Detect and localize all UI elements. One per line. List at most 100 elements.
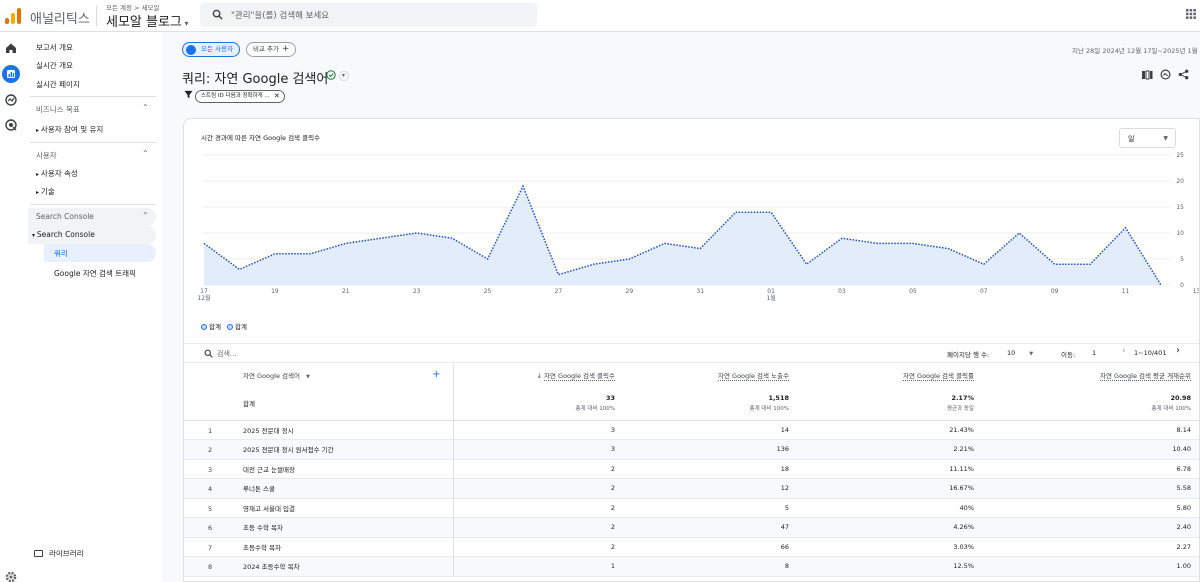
nav-divider	[30, 142, 156, 143]
row-query[interactable]: 초등수학 목차	[243, 544, 281, 552]
nav-item-organic-traffic[interactable]: Google 자연 검색 트래픽	[54, 268, 136, 279]
goto-page-input[interactable]: 1	[1092, 349, 1096, 357]
total-position-value: 20.98	[1170, 394, 1191, 403]
close-icon[interactable]: ✕	[274, 91, 280, 102]
x-tick-label: 21	[342, 288, 350, 295]
row-ctr: 2.21%	[797, 439, 982, 460]
col-header-ctr[interactable]: 자연 Google 검색 클릭률	[797, 363, 982, 387]
row-query[interactable]: 초등 수학 목차	[243, 524, 283, 532]
check-circle-icon[interactable]	[326, 70, 336, 80]
row-impressions: 5	[623, 498, 797, 518]
legend-label[interactable]: 합계	[209, 323, 221, 331]
nav-item-user-attributes-label: 사용자 속성	[40, 169, 78, 178]
x-tick-label: 07	[980, 288, 988, 295]
chevron-up-icon[interactable]: ⌃	[142, 211, 149, 220]
nav-item-queries[interactable]: 쿼리	[54, 248, 68, 259]
row-query[interactable]: 루너톤 스쿨	[243, 485, 275, 493]
row-query[interactable]: 2025 전문대 정시	[243, 427, 294, 435]
app-name[interactable]: 애널리틱스	[30, 8, 90, 27]
row-ctr: 16.67%	[797, 478, 982, 499]
add-comparison-button[interactable]: 비교 추가 +	[246, 42, 297, 57]
row-dimension-cell: 1 2025 전문대 정시	[184, 420, 453, 440]
pagination-range: 1~10/401	[1134, 349, 1167, 357]
nav-item-search-console[interactable]: ▾ Search Console	[32, 230, 95, 239]
table-row[interactable]: 1 2025 전문대 정시 3 14 21.43% 8.14	[184, 420, 1199, 440]
page-title: 쿼리: 자연 Google 검색어	[182, 72, 329, 87]
x-tick-sublabel: 1월	[766, 294, 775, 302]
row-position: 2.40	[982, 517, 1199, 538]
nav-item-realtime-overview[interactable]: 실시간 개요	[36, 60, 73, 71]
nav-item-report-overview[interactable]: 보고서 개요	[36, 42, 73, 53]
next-page-icon[interactable]: ›	[1176, 345, 1180, 356]
row-impressions: 66	[623, 537, 797, 557]
table-row[interactable]: 3 대전 근교 눈썰매장 2 18 11.11% 6.78	[184, 459, 1199, 479]
table-row[interactable]: 8 2024 초등수학 목차 1 8 12.5% 1.00	[184, 556, 1199, 577]
nav-item-user-attributes[interactable]: ▸ 사용자 속성	[36, 168, 78, 179]
col-header-clicks[interactable]: ↓ 자연 Google 검색 클릭수	[452, 363, 623, 387]
global-search-input[interactable]: "관리"을(를) 검색해 보세요	[200, 3, 537, 27]
table-row[interactable]: 2 2025 전문대 정시 원서접수 기간 3 136 2.21% 10.40	[184, 439, 1199, 460]
date-range-picker[interactable]: 지난 28일 2024년 12월 17일~2025년 1월	[1072, 45, 1200, 55]
row-index: 4	[208, 485, 213, 494]
row-impressions: 18	[623, 459, 797, 479]
analytics-logo-icon[interactable]	[5, 8, 21, 24]
row-query[interactable]: 대전 근교 눈썰매장	[243, 466, 295, 474]
row-clicks: 3	[452, 439, 623, 460]
table-row[interactable]: 7 초등수학 목차 2 66 3.03% 2.27	[184, 537, 1199, 557]
explore-icon[interactable]	[4, 93, 18, 107]
add-dimension-icon[interactable]: +	[432, 369, 440, 380]
nav-section-user[interactable]: 사용자	[36, 150, 57, 161]
row-query[interactable]: 2024 초등수학 목차	[243, 563, 300, 571]
legend-label[interactable]: 합계	[235, 323, 247, 331]
title-menu-button[interactable]: ▾	[339, 71, 349, 81]
nav-item-library[interactable]: 라이브러리	[34, 548, 84, 559]
table-row[interactable]: 5 영재고 서울대 입결 2 5 40% 5.80	[184, 498, 1199, 518]
granularity-select[interactable]: 일 ▼	[1119, 128, 1176, 148]
folder-icon	[34, 550, 43, 557]
segment-chip-all-users[interactable]: 모든 사용자	[182, 42, 240, 57]
reports-icon[interactable]	[2, 65, 20, 83]
nav-item-engagement[interactable]: ▸ 사용자 참여 및 유지	[36, 124, 103, 135]
dimension-header[interactable]: 자연 Google 검색어 ▼ +	[184, 363, 453, 387]
advertising-icon[interactable]	[4, 118, 18, 132]
nav-item-tech[interactable]: ▸ 기술	[36, 186, 55, 197]
settings-gear-icon[interactable]	[4, 570, 18, 582]
compare-columns-icon[interactable]	[1142, 70, 1153, 80]
col-header-position[interactable]: 자연 Google 검색 평균 게재순위	[982, 363, 1199, 387]
total-position-sub: 총계 대비 100%	[1151, 406, 1191, 413]
filter-chip-stream-id[interactable]: 스트림 ID 다음과 정확하게 ... ✕	[195, 90, 285, 103]
nav-section-business-goals[interactable]: 비즈니스 목표	[36, 104, 80, 115]
row-ctr: 12.5%	[797, 556, 982, 577]
x-tick-label: 11	[1122, 288, 1130, 295]
x-tick-label: 13	[1193, 288, 1199, 295]
row-ctr: 40%	[797, 498, 982, 518]
total-impressions: 1,518 총계 대비 100%	[623, 387, 797, 421]
apps-grid-icon[interactable]	[1186, 9, 1196, 19]
query-table: 자연 Google 검색어 ▼ + ↓ 자연 Google 검색 클릭수 자연 G…	[184, 363, 1199, 577]
prev-page-icon[interactable]: ‹	[1122, 346, 1126, 356]
table-search-input[interactable]: 검색...	[217, 349, 237, 359]
total-ctr: 2.17% 평균과 동일	[797, 387, 982, 421]
chevron-up-icon[interactable]: ⌃	[142, 103, 149, 112]
share-icon[interactable]	[1178, 69, 1189, 80]
chevron-up-icon[interactable]: ⌃	[142, 149, 149, 158]
property-selector[interactable]: 세모알 블로그 ▾	[106, 11, 188, 30]
nav-item-library-label: 라이브러리	[49, 549, 84, 558]
main-content: 모든 사용자 비교 추가 + 지난 28일 2024년 12월 17일~2025…	[162, 32, 1200, 582]
row-dimension-cell: 3 대전 근교 눈썰매장	[184, 459, 453, 479]
nav-section-search-console[interactable]: Search Console	[36, 212, 94, 221]
table-row[interactable]: 6 초등 수학 목차 2 47 4.26% 2.40	[184, 517, 1199, 538]
rows-per-page-select[interactable]: 10 ▼	[1007, 349, 1033, 357]
nav-item-realtime-pages[interactable]: 실시간 페이지	[36, 79, 80, 90]
home-icon[interactable]	[4, 41, 18, 55]
table-row[interactable]: 4 루너톤 스쿨 2 12 16.67% 5.58	[184, 478, 1199, 499]
col-header-impressions[interactable]: 자연 Google 검색 노출수	[623, 363, 797, 387]
row-index: 1	[208, 426, 213, 435]
row-query[interactable]: 2025 전문대 정시 원서접수 기간	[243, 446, 334, 454]
clicks-area-chart[interactable]: 05101520251712월19 21 23 25 27 29 31 011월03 05 07 0…	[184, 149, 1199, 319]
row-query[interactable]: 영재고 서울대 입결	[243, 505, 295, 513]
search-icon	[212, 9, 223, 20]
insights-icon[interactable]	[1160, 69, 1171, 80]
chart-legend: 합계 합계	[201, 321, 247, 331]
page-actions	[1142, 69, 1189, 83]
